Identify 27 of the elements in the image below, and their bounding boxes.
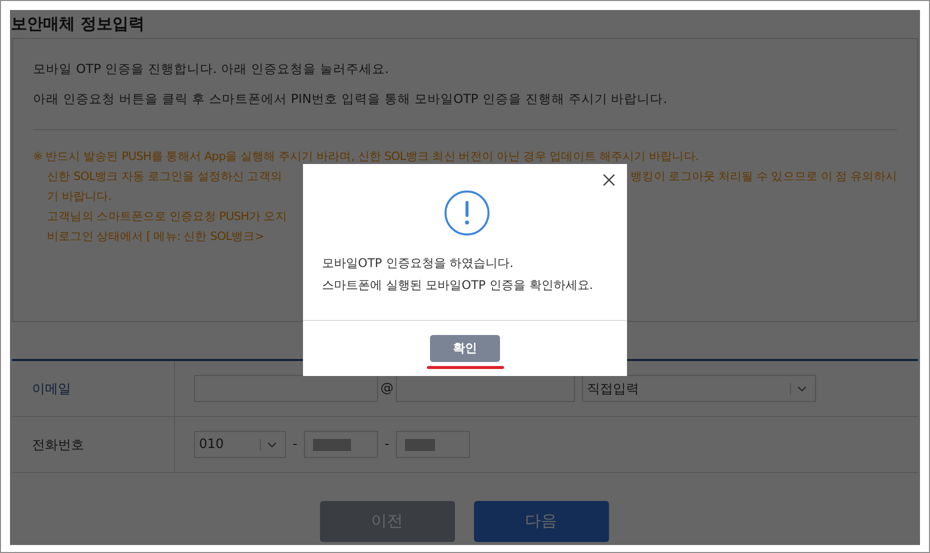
notice-text: 기 바랍니다. xyxy=(47,188,112,205)
field-label: 전화번호 xyxy=(32,436,84,454)
phone-prefix-select[interactable]: 010 xyxy=(194,431,286,458)
exclamation-icon xyxy=(444,190,490,236)
next-button[interactable]: 다음 xyxy=(474,501,608,542)
dialog-message: 스마트폰에 실행된 모바일OTP 인증을 확인하세요. xyxy=(322,277,594,294)
intro-text: 아래 인증요청 버튼을 클릭 후 스마트폰에서 PIN번호 입력을 통해 모바일OTP 인증을 진행해 주시기 바랍니다. xyxy=(33,90,668,108)
email-id-field[interactable] xyxy=(194,375,378,402)
at-sign: @ xyxy=(380,381,394,396)
notice-text: 뱅킹이 로그아웃 처리될 수 있으므로 이 점 유의하시 xyxy=(630,168,897,185)
masked-value xyxy=(313,438,351,450)
phone-middle-field[interactable] xyxy=(304,431,378,458)
phone-last-field[interactable] xyxy=(396,431,470,458)
dash-separator: - xyxy=(292,437,298,452)
field-label: 이메일 xyxy=(32,380,71,398)
notice-text: 비로그인 상태에서 [ 메뉴: 신한 SOL뱅크> xyxy=(47,228,264,245)
confirm-button[interactable]: 확인 xyxy=(430,335,500,362)
intro-text: 모바일 OTP 인증을 진행합니다. 아래 인증요청을 눌러주세요. xyxy=(33,60,390,78)
dialog-message: 모바일OTP 인증요청을 하였습니다. xyxy=(322,255,514,272)
masked-value xyxy=(405,438,435,450)
section-title: 보안매체 정보입력 xyxy=(10,12,146,34)
notice-text: ※ 반드시 발송된 PUSH를 통해서 App을 실행해 주시기 바라며, 신한 SOL뱅크 최신 버전이 아닌 경우 업데이트 해주시기 바랍니다. xyxy=(33,148,699,165)
domain-select[interactable]: 직접입력 xyxy=(582,375,816,402)
dash-separator: - xyxy=(384,437,390,452)
notice-text: 신한 SOL뱅크 자동 로그인을 설정하신 고객의 xyxy=(47,168,282,185)
notice-text: 고객님의 스마트폰으로 인증요청 PUSH가 오지 xyxy=(47,208,287,225)
email-domain-field[interactable] xyxy=(396,375,575,402)
